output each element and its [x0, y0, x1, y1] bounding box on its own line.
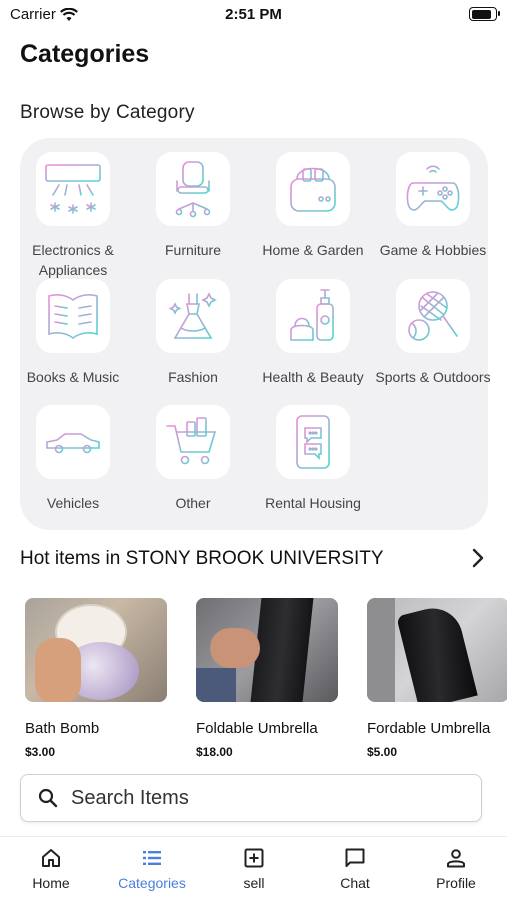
item-price: $3.00 [25, 745, 56, 759]
category-electronics[interactable]: Electronics & Appliances [14, 152, 132, 280]
category-health-beauty[interactable]: Health & Beauty [254, 279, 372, 387]
status-bar: Carrier 2:51 PM [0, 0, 507, 30]
gamepad-icon [396, 152, 470, 226]
category-label: Sports & Outdoors [375, 369, 491, 385]
category-home-garden[interactable]: Home & Garden [254, 152, 372, 260]
hot-items-list: Bath Bomb $3.00 Foldable Umbrella $18.00… [20, 598, 507, 768]
item-price: $18.00 [196, 745, 233, 759]
category-label: Electronics & Appliances [32, 242, 114, 278]
page-title: Categories [20, 40, 150, 68]
item-photo [25, 598, 167, 702]
item-name: Bath Bomb [25, 720, 100, 737]
category-label: Fashion [168, 369, 218, 385]
tab-label: Categories [118, 875, 186, 891]
shopping-cart-icon [156, 405, 230, 479]
hot-items-title: Hot items in STONY BROOK UNIVERSITY [20, 548, 384, 569]
person-icon [447, 849, 465, 868]
tab-label: Home [32, 875, 70, 891]
cosmetics-icon [276, 279, 350, 353]
category-furniture[interactable]: Furniture [134, 152, 252, 260]
phone-chat-icon [276, 405, 350, 479]
item-price: $5.00 [367, 745, 398, 759]
hot-item-card[interactable]: Foldable Umbrella $18.00 [196, 598, 342, 759]
category-label: Vehicles [46, 495, 100, 511]
tab-home[interactable]: Home [1, 847, 101, 891]
tennis-icon [396, 279, 470, 353]
category-fashion[interactable]: Fashion [134, 279, 252, 387]
home-icon [42, 849, 60, 867]
battery-icon [469, 7, 500, 21]
category-books-music[interactable]: Books & Music [14, 279, 132, 387]
item-photo [367, 598, 507, 702]
category-label: Health & Beauty [262, 369, 364, 385]
browse-title: Browse by Category [20, 102, 195, 123]
toaster-icon [276, 152, 350, 226]
air-conditioner-icon [36, 152, 110, 226]
tab-sell[interactable]: sell [204, 847, 304, 891]
chevron-right-icon[interactable] [471, 547, 485, 575]
tab-label: sell [243, 875, 265, 891]
add-box-icon [244, 848, 264, 868]
category-label: Game & Hobbies [379, 242, 487, 258]
category-rental-housing[interactable]: Rental Housing [254, 405, 372, 513]
category-label: Other [175, 495, 211, 511]
chat-bubble-icon [345, 848, 365, 867]
tab-label: Profile [436, 875, 476, 891]
tab-chat[interactable]: Chat [305, 847, 405, 891]
category-label: Furniture [164, 242, 222, 258]
search-input[interactable]: Search Items [20, 774, 482, 822]
category-panel: Electronics & Appliances Furniture Home … [20, 138, 491, 530]
search-icon [38, 788, 58, 808]
category-label: Home & Garden [262, 242, 364, 258]
hot-item-card[interactable]: Bath Bomb $3.00 [25, 598, 171, 759]
car-icon [36, 405, 110, 479]
tab-bar: Home Categories sell Chat Profile [0, 836, 507, 900]
category-label: Books & Music [26, 369, 120, 385]
tab-profile[interactable]: Profile [406, 847, 506, 891]
list-icon [143, 851, 161, 865]
category-game-hobbies[interactable]: Game & Hobbies [374, 152, 492, 260]
tab-categories[interactable]: Categories [102, 847, 202, 891]
dress-icon [156, 279, 230, 353]
item-name: Foldable Umbrella [196, 720, 318, 737]
category-other[interactable]: Other [134, 405, 252, 513]
category-sports-outdoors[interactable]: Sports & Outdoors [374, 279, 492, 387]
category-label: Rental Housing [265, 495, 361, 511]
tab-label: Chat [340, 875, 370, 891]
category-vehicles[interactable]: Vehicles [14, 405, 132, 513]
battery-level [471, 9, 492, 19]
clock: 2:51 PM [225, 6, 282, 23]
item-photo [196, 598, 338, 702]
item-name: Fordable Umbrella [367, 720, 491, 737]
open-book-icon [36, 279, 110, 353]
office-chair-icon [156, 152, 230, 226]
hot-item-card[interactable]: Fordable Umbrella $5.00 [367, 598, 507, 759]
search-placeholder: Search Items [71, 786, 189, 809]
